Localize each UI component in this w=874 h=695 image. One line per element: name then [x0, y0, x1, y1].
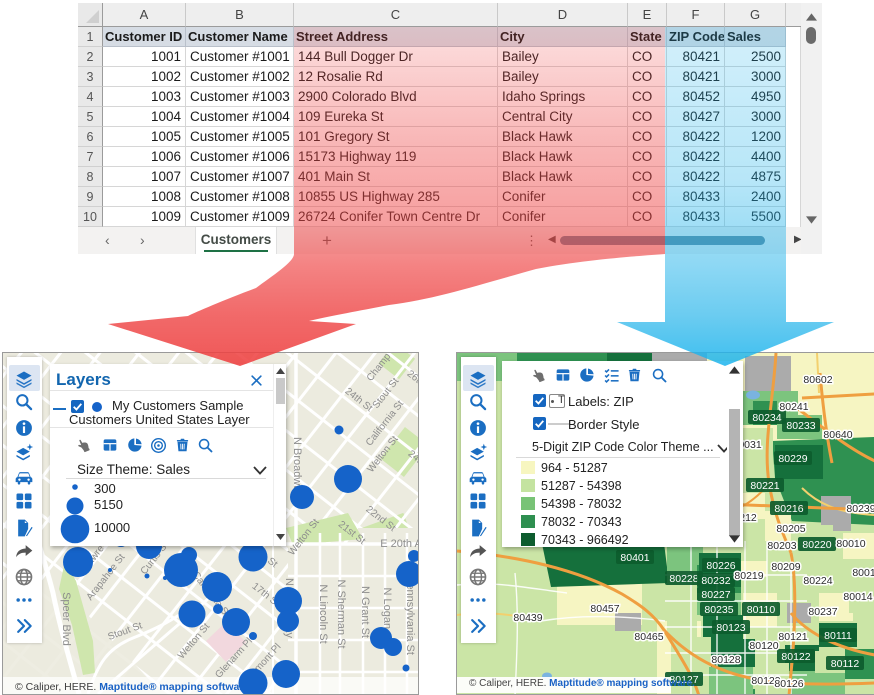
svg-text:© Caliper, HERE. Maptitude® ma: © Caliper, HERE. Maptitude® mapping soft…	[15, 681, 252, 693]
svg-text:80123: 80123	[716, 622, 745, 634]
svg-text:N Lincoln St: N Lincoln St	[317, 584, 329, 643]
svg-text:80010: 80010	[836, 538, 865, 550]
svg-text:80216: 80216	[774, 503, 803, 515]
svg-text:80121: 80121	[778, 631, 807, 643]
svg-text:80110: 80110	[747, 604, 776, 616]
svg-text:80014: 80014	[843, 591, 872, 603]
svg-text:80241: 80241	[779, 401, 808, 413]
svg-text:80640: 80640	[823, 429, 852, 441]
svg-text:N Grant St: N Grant St	[359, 586, 371, 638]
svg-text:80205: 80205	[776, 523, 805, 535]
svg-text:80111: 80111	[824, 630, 852, 642]
svg-text:80228: 80228	[669, 573, 698, 585]
svg-text:80237: 80237	[808, 606, 837, 618]
svg-text:80112: 80112	[831, 658, 860, 670]
svg-text:80401: 80401	[620, 552, 649, 564]
svg-text:Speer Blvd: Speer Blvd	[60, 592, 72, 646]
svg-text:80457: 80457	[590, 603, 619, 615]
svg-text:80122: 80122	[781, 651, 810, 663]
svg-text:80235: 80235	[704, 604, 733, 616]
svg-text:80232: 80232	[701, 575, 730, 587]
svg-text:80229: 80229	[778, 453, 807, 465]
svg-text:80220: 80220	[802, 539, 831, 551]
svg-text:80234: 80234	[752, 412, 781, 424]
svg-text:80224: 80224	[803, 575, 832, 587]
svg-text:80465: 80465	[634, 631, 663, 643]
svg-text:N Sherman St: N Sherman St	[335, 579, 347, 648]
svg-text:80602: 80602	[803, 374, 832, 386]
svg-text:80226: 80226	[706, 560, 735, 572]
svg-text:80128: 80128	[711, 654, 740, 666]
svg-text:80126: 80126	[774, 678, 803, 690]
svg-text:80221: 80221	[750, 480, 779, 492]
svg-text:80439: 80439	[513, 612, 542, 624]
svg-text:80120: 80120	[749, 640, 778, 652]
svg-text:E 20th A: E 20th A	[380, 538, 419, 550]
svg-text:8001: 8001	[852, 567, 874, 579]
svg-text:80227: 80227	[701, 589, 730, 601]
svg-text:80219: 80219	[734, 570, 763, 582]
svg-text:80239: 80239	[846, 503, 874, 515]
svg-text:80209: 80209	[771, 561, 800, 573]
svg-text:80233: 80233	[786, 420, 815, 432]
svg-text:80203: 80203	[767, 540, 796, 552]
